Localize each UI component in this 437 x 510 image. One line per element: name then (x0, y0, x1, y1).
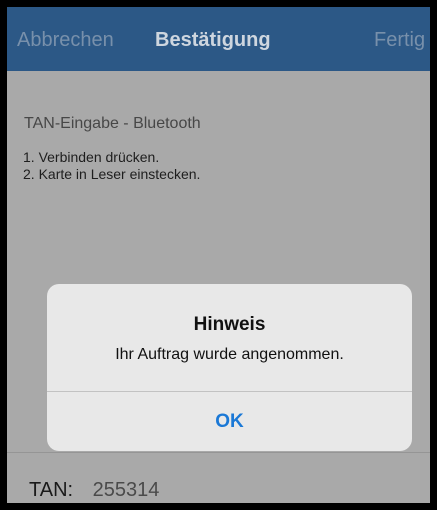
instruction-step: 2. Karte in Leser einstecken. (23, 166, 201, 182)
alert-message: Ihr Auftrag wurde angenommen. (115, 346, 344, 363)
navigation-bar: Abbrechen Bestätigung Fertig (7, 7, 430, 71)
alert-title: Hinweis (193, 314, 266, 335)
ok-button[interactable]: OK (47, 392, 412, 451)
instructions-list: 1. Verbinden drücken. 2. Karte in Leser … (23, 149, 200, 183)
page-title: Bestätigung (155, 29, 271, 51)
instruction-step: 1. Verbinden drücken. (23, 149, 160, 165)
tan-row: TAN: 255314 (29, 479, 159, 502)
divider (7, 452, 430, 453)
done-button[interactable]: Fertig (374, 27, 425, 53)
alert-dialog: Hinweis Ihr Auftrag wurde angenommen. OK (47, 284, 412, 451)
cancel-button[interactable]: Abbrechen (17, 27, 114, 53)
section-header: TAN-Eingabe - Bluetooth (24, 115, 201, 132)
tan-input[interactable]: 255314 (93, 479, 160, 501)
app-screen: Abbrechen Bestätigung Fertig TAN-Eingabe… (7, 7, 430, 503)
tan-label: TAN: (29, 479, 74, 501)
